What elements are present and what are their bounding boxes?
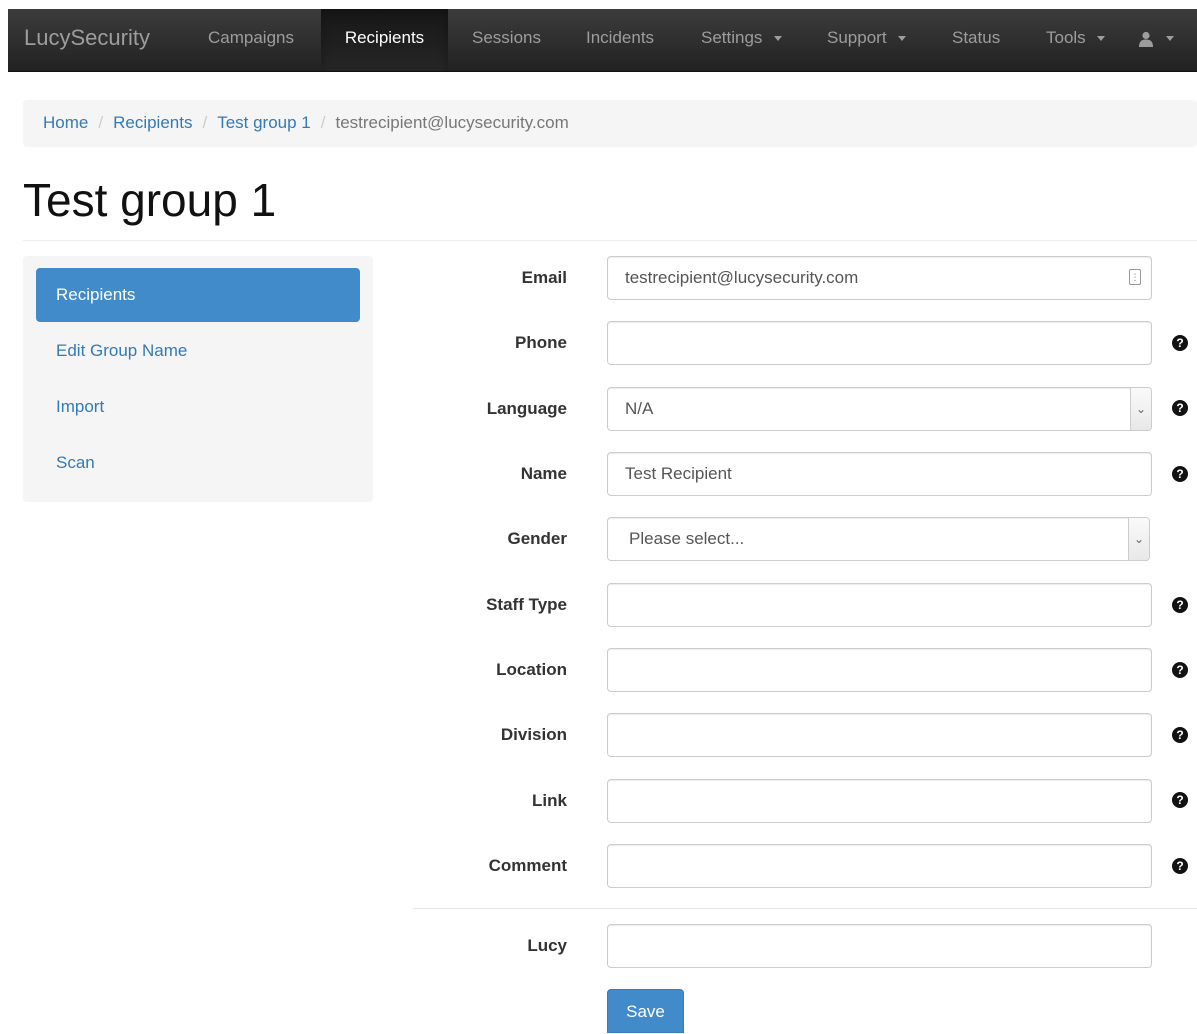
language-select[interactable]: N/A ⌄: [607, 387, 1152, 431]
help-icon[interactable]: ?: [1172, 466, 1188, 482]
location-label: Location: [496, 660, 567, 679]
name-field[interactable]: [607, 452, 1152, 496]
help-icon[interactable]: ?: [1172, 335, 1188, 351]
sidebar-item-edit-group-name[interactable]: Edit Group Name: [36, 324, 360, 378]
breadcrumb-home[interactable]: Home: [43, 113, 88, 132]
email-field[interactable]: testrecipient@lucysecurity.com ⋮: [607, 256, 1152, 300]
autofill-icon[interactable]: ⋮: [1129, 269, 1141, 285]
nav-settings-label: Settings: [701, 28, 763, 47]
nav-sessions[interactable]: Sessions: [464, 9, 549, 71]
language-value: N/A: [625, 399, 654, 418]
gender-label: Gender: [507, 529, 567, 548]
sidebar-item-import[interactable]: Import: [36, 380, 360, 434]
nav-support-label: Support: [827, 28, 887, 47]
sidebar: Recipients Edit Group Name Import Scan: [23, 256, 373, 502]
nav-support[interactable]: Support: [819, 9, 914, 71]
breadcrumb-separator: /: [202, 113, 208, 132]
division-field[interactable]: [607, 713, 1152, 757]
phone-field[interactable]: [607, 321, 1152, 365]
brand-logo[interactable]: LucySecurity: [24, 9, 150, 71]
help-icon[interactable]: ?: [1172, 597, 1188, 613]
nav-settings[interactable]: Settings: [693, 9, 790, 71]
help-icon[interactable]: ?: [1172, 727, 1188, 743]
nav-incidents-label: Incidents: [586, 28, 655, 47]
gender-select[interactable]: Please select... ⌄: [607, 517, 1150, 561]
breadcrumb-recipients[interactable]: Recipients: [113, 113, 192, 132]
comment-field[interactable]: [607, 844, 1152, 888]
user-icon: [1139, 31, 1153, 47]
nav-campaigns-label: Campaigns: [208, 28, 294, 47]
page-title: Test group 1: [23, 174, 277, 226]
sidebar-item-recipients[interactable]: Recipients: [36, 268, 360, 322]
help-icon[interactable]: ?: [1172, 792, 1188, 808]
nav-tools-label: Tools: [1046, 28, 1086, 47]
location-field[interactable]: [607, 648, 1152, 692]
email-label: Email: [521, 268, 567, 287]
help-icon[interactable]: ?: [1172, 662, 1188, 678]
sidebar-item-scan[interactable]: Scan: [36, 436, 360, 490]
caret-down-icon: [1097, 36, 1106, 42]
chevron-down-icon: ⌄: [1130, 388, 1151, 430]
help-icon[interactable]: ?: [1172, 858, 1188, 874]
nav-status[interactable]: Status: [944, 9, 1008, 71]
top-navbar: LucySecurity Campaigns Recipients Sessio…: [8, 9, 1197, 72]
caret-down-icon: [1165, 36, 1174, 42]
nav-status-label: Status: [952, 28, 1001, 47]
comment-label: Comment: [488, 856, 567, 875]
link-label: Link: [532, 791, 567, 810]
breadcrumb-current: testrecipient@lucysecurity.com: [335, 113, 569, 132]
name-label: Name: [520, 464, 567, 483]
staff-type-label: Staff Type: [486, 595, 567, 614]
nav-tools[interactable]: Tools: [1038, 9, 1113, 71]
language-label: Language: [486, 399, 567, 418]
division-label: Division: [500, 725, 567, 744]
email-value: testrecipient@lucysecurity.com: [625, 268, 859, 287]
nav-recipients-label: Recipients: [344, 28, 425, 47]
title-divider: [23, 240, 1197, 241]
nav-sessions-label: Sessions: [472, 28, 541, 47]
lucy-label: Lucy: [527, 936, 567, 955]
gender-value: Please select...: [629, 529, 745, 548]
nav-campaigns[interactable]: Campaigns: [200, 9, 302, 71]
breadcrumb-test-group[interactable]: Test group 1: [217, 113, 311, 132]
staff-type-field[interactable]: [607, 583, 1152, 627]
nav-incidents[interactable]: Incidents: [578, 9, 662, 71]
help-icon[interactable]: ?: [1172, 400, 1188, 416]
chevron-down-icon: ⌄: [1128, 518, 1149, 560]
user-menu[interactable]: [1138, 9, 1188, 71]
form-divider: [413, 908, 1197, 909]
phone-label: Phone: [515, 333, 567, 352]
save-button[interactable]: Save: [607, 989, 684, 1033]
breadcrumb-separator: /: [320, 113, 326, 132]
caret-down-icon: [898, 36, 907, 42]
nav-recipients[interactable]: Recipients: [321, 9, 448, 71]
breadcrumb-separator: /: [98, 113, 104, 132]
lucy-field[interactable]: [607, 924, 1152, 968]
caret-down-icon: [774, 36, 783, 42]
link-field[interactable]: [607, 779, 1152, 823]
breadcrumb: Home / Recipients / Test group 1 / testrecipie…: [23, 100, 1197, 147]
